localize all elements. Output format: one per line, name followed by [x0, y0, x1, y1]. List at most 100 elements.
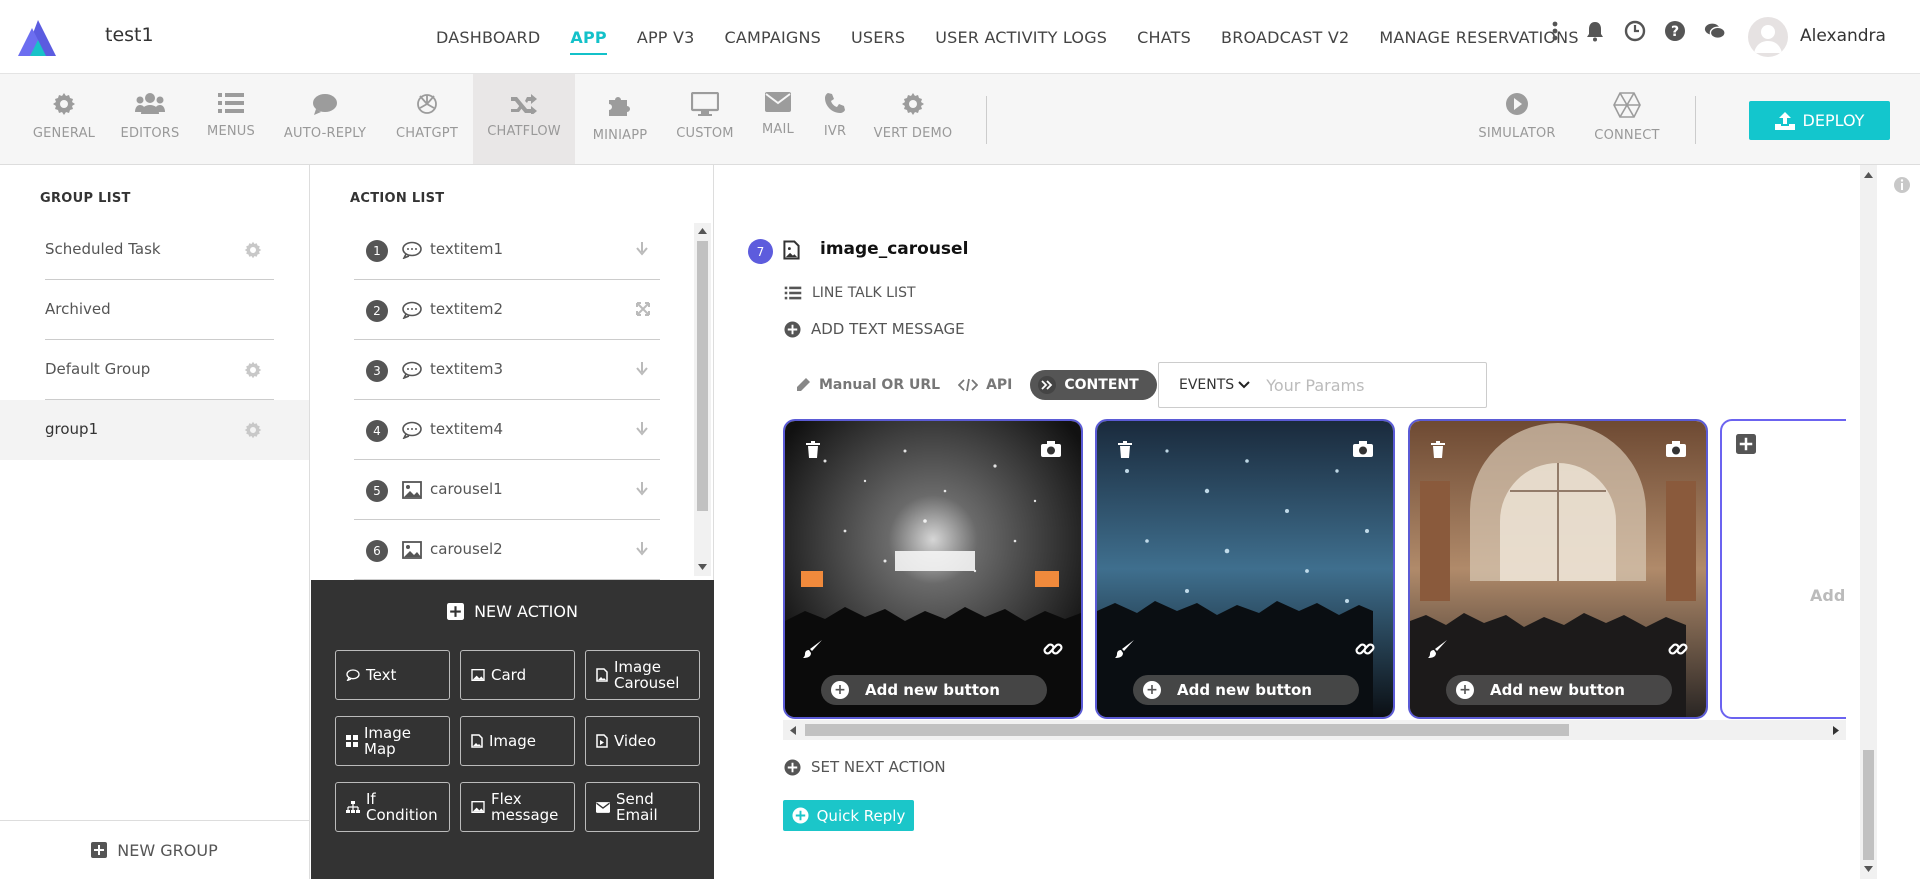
scroll-left-icon[interactable]	[790, 726, 796, 735]
arrow-down-icon[interactable]	[636, 422, 648, 436]
add-text-message-link[interactable]: ADD TEXT MESSAGE	[784, 320, 965, 338]
arrow-down-icon[interactable]	[636, 542, 648, 556]
tool-menus[interactable]: MENUS	[205, 74, 257, 164]
tab-content[interactable]: CONTENT	[1030, 370, 1157, 400]
tool-editors[interactable]: EDITORS	[117, 74, 183, 164]
gear-icon[interactable]	[244, 241, 262, 259]
carousel-card[interactable]: + Add new button	[1095, 419, 1395, 719]
arrow-down-icon[interactable]	[636, 242, 648, 256]
quick-reply-button[interactable]: Quick Reply	[783, 800, 914, 831]
camera-icon[interactable]	[1040, 440, 1062, 458]
scroll-up-icon[interactable]	[698, 228, 707, 234]
link-icon[interactable]	[1043, 639, 1063, 659]
arrow-down-icon[interactable]	[636, 482, 648, 496]
link-icon[interactable]	[1355, 639, 1375, 659]
group-item-archived[interactable]: Archived	[0, 280, 309, 340]
new-action-if-condition-button[interactable]: If Condition	[335, 782, 450, 832]
scroll-right-icon[interactable]	[1833, 726, 1839, 735]
add-new-button[interactable]: + Add new button	[1446, 675, 1672, 705]
action-item-textitem1[interactable]: 1 textitem1	[354, 220, 660, 280]
new-action-image-carousel-button[interactable]: Image Carousel	[585, 650, 700, 700]
tool-chatflow[interactable]: CHATFLOW	[473, 74, 575, 164]
paint-brush-icon[interactable]	[803, 639, 823, 659]
action-item-carousel1[interactable]: 5 carousel1	[354, 460, 660, 520]
nav-users[interactable]: USERS	[851, 28, 905, 47]
scroll-thumb[interactable]	[805, 724, 1569, 736]
group-item-scheduled-task[interactable]: Scheduled Task	[0, 220, 309, 280]
bell-icon[interactable]	[1584, 20, 1606, 42]
arrow-down-icon[interactable]	[636, 362, 648, 376]
group-item-group1[interactable]: group1	[0, 400, 309, 460]
deploy-button[interactable]: DEPLOY	[1749, 101, 1890, 140]
nav-broadcast-v2[interactable]: BROADCAST V2	[1221, 28, 1349, 47]
clock-icon[interactable]	[1624, 20, 1646, 42]
nav-dashboard[interactable]: DASHBOARD	[436, 28, 540, 47]
trash-icon[interactable]	[805, 441, 821, 458]
gear-icon[interactable]	[244, 421, 262, 439]
new-action-flex-message-button[interactable]: Flex message	[460, 782, 575, 832]
scroll-down-icon[interactable]	[698, 564, 707, 570]
more-vertical-icon[interactable]	[1544, 20, 1566, 42]
move-icon[interactable]	[636, 302, 650, 316]
tool-custom[interactable]: CUSTOM	[673, 74, 737, 164]
new-action-image-map-button[interactable]: Image Map	[335, 716, 450, 766]
scroll-thumb[interactable]	[1863, 750, 1874, 860]
nav-user-activity-logs[interactable]: USER ACTIVITY LOGS	[935, 28, 1107, 47]
scroll-thumb[interactable]	[697, 241, 708, 511]
carousel-card[interactable]: + Add new button	[1408, 419, 1708, 719]
carousel-scrollbar[interactable]	[783, 720, 1846, 740]
paint-brush-icon[interactable]	[1428, 639, 1448, 659]
editor-scrollbar[interactable]	[1860, 165, 1877, 879]
action-item-textitem4[interactable]: 4 textitem4	[354, 400, 660, 460]
camera-icon[interactable]	[1352, 440, 1374, 458]
action-list-scrollbar[interactable]	[694, 223, 711, 576]
app-logo[interactable]	[18, 20, 56, 56]
help-icon[interactable]: ?	[1664, 20, 1686, 42]
action-item-textitem3[interactable]: 3 textitem3	[354, 340, 660, 400]
tool-mail[interactable]: MAIL	[757, 74, 799, 164]
params-input[interactable]	[1266, 375, 1467, 395]
gear-icon[interactable]	[244, 361, 262, 379]
paint-brush-icon[interactable]	[1115, 639, 1135, 659]
nav-campaigns[interactable]: CAMPAIGNS	[724, 28, 821, 47]
tab-manual-or-url[interactable]: Manual OR URL	[795, 377, 940, 393]
tab-api[interactable]: API	[958, 377, 1012, 393]
new-action-card-button[interactable]: Card	[460, 650, 575, 700]
trash-icon[interactable]	[1117, 441, 1133, 458]
tool-general[interactable]: GENERAL	[33, 74, 95, 164]
chats-icon[interactable]	[1704, 20, 1726, 42]
camera-icon[interactable]	[1665, 440, 1687, 458]
group-item-default-group[interactable]: Default Group	[0, 340, 309, 400]
nav-chats[interactable]: CHATS	[1137, 28, 1191, 47]
action-item-carousel2[interactable]: 6 carousel2	[354, 520, 660, 580]
add-card-placeholder[interactable]: Add	[1720, 419, 1846, 719]
tool-simulator[interactable]: SIMULATOR	[1474, 74, 1560, 164]
plus-square-icon[interactable]	[1736, 434, 1756, 454]
tool-ivr[interactable]: IVR	[819, 74, 851, 164]
new-action-image-button[interactable]: Image	[460, 716, 575, 766]
line-talk-list-link[interactable]: LINE TALK LIST	[784, 285, 916, 301]
new-group-button[interactable]: NEW GROUP	[0, 820, 309, 879]
tool-auto-reply[interactable]: AUTO-REPLY	[281, 74, 369, 164]
set-next-action-link[interactable]: SET NEXT ACTION	[784, 758, 946, 776]
new-action-video-button[interactable]: Video	[585, 716, 700, 766]
tool-chatgpt[interactable]: CHATGPT	[392, 74, 462, 164]
nav-app[interactable]: APP	[570, 28, 608, 55]
scroll-up-icon[interactable]	[1864, 172, 1873, 178]
carousel-card[interactable]: + Add new button	[783, 419, 1083, 719]
info-icon[interactable]	[1893, 176, 1911, 194]
tool-vert-demo[interactable]: VERT DEMO	[873, 74, 953, 164]
link-icon[interactable]	[1668, 639, 1688, 659]
tool-connect[interactable]: CONNECT	[1584, 74, 1670, 164]
new-action-send-email-button[interactable]: Send Email	[585, 782, 700, 832]
nav-app-v3[interactable]: APP V3	[637, 28, 695, 47]
events-dropdown[interactable]: EVENTS	[1179, 377, 1250, 393]
tool-miniapp[interactable]: MINIAPP	[590, 74, 650, 164]
add-new-button[interactable]: + Add new button	[1133, 675, 1359, 705]
scroll-down-icon[interactable]	[1864, 866, 1873, 872]
trash-icon[interactable]	[1430, 441, 1446, 458]
action-item-textitem2[interactable]: 2 textitem2	[354, 280, 660, 340]
new-action-text-button[interactable]: Text	[335, 650, 450, 700]
add-new-button[interactable]: + Add new button	[821, 675, 1047, 705]
avatar[interactable]	[1748, 17, 1788, 57]
